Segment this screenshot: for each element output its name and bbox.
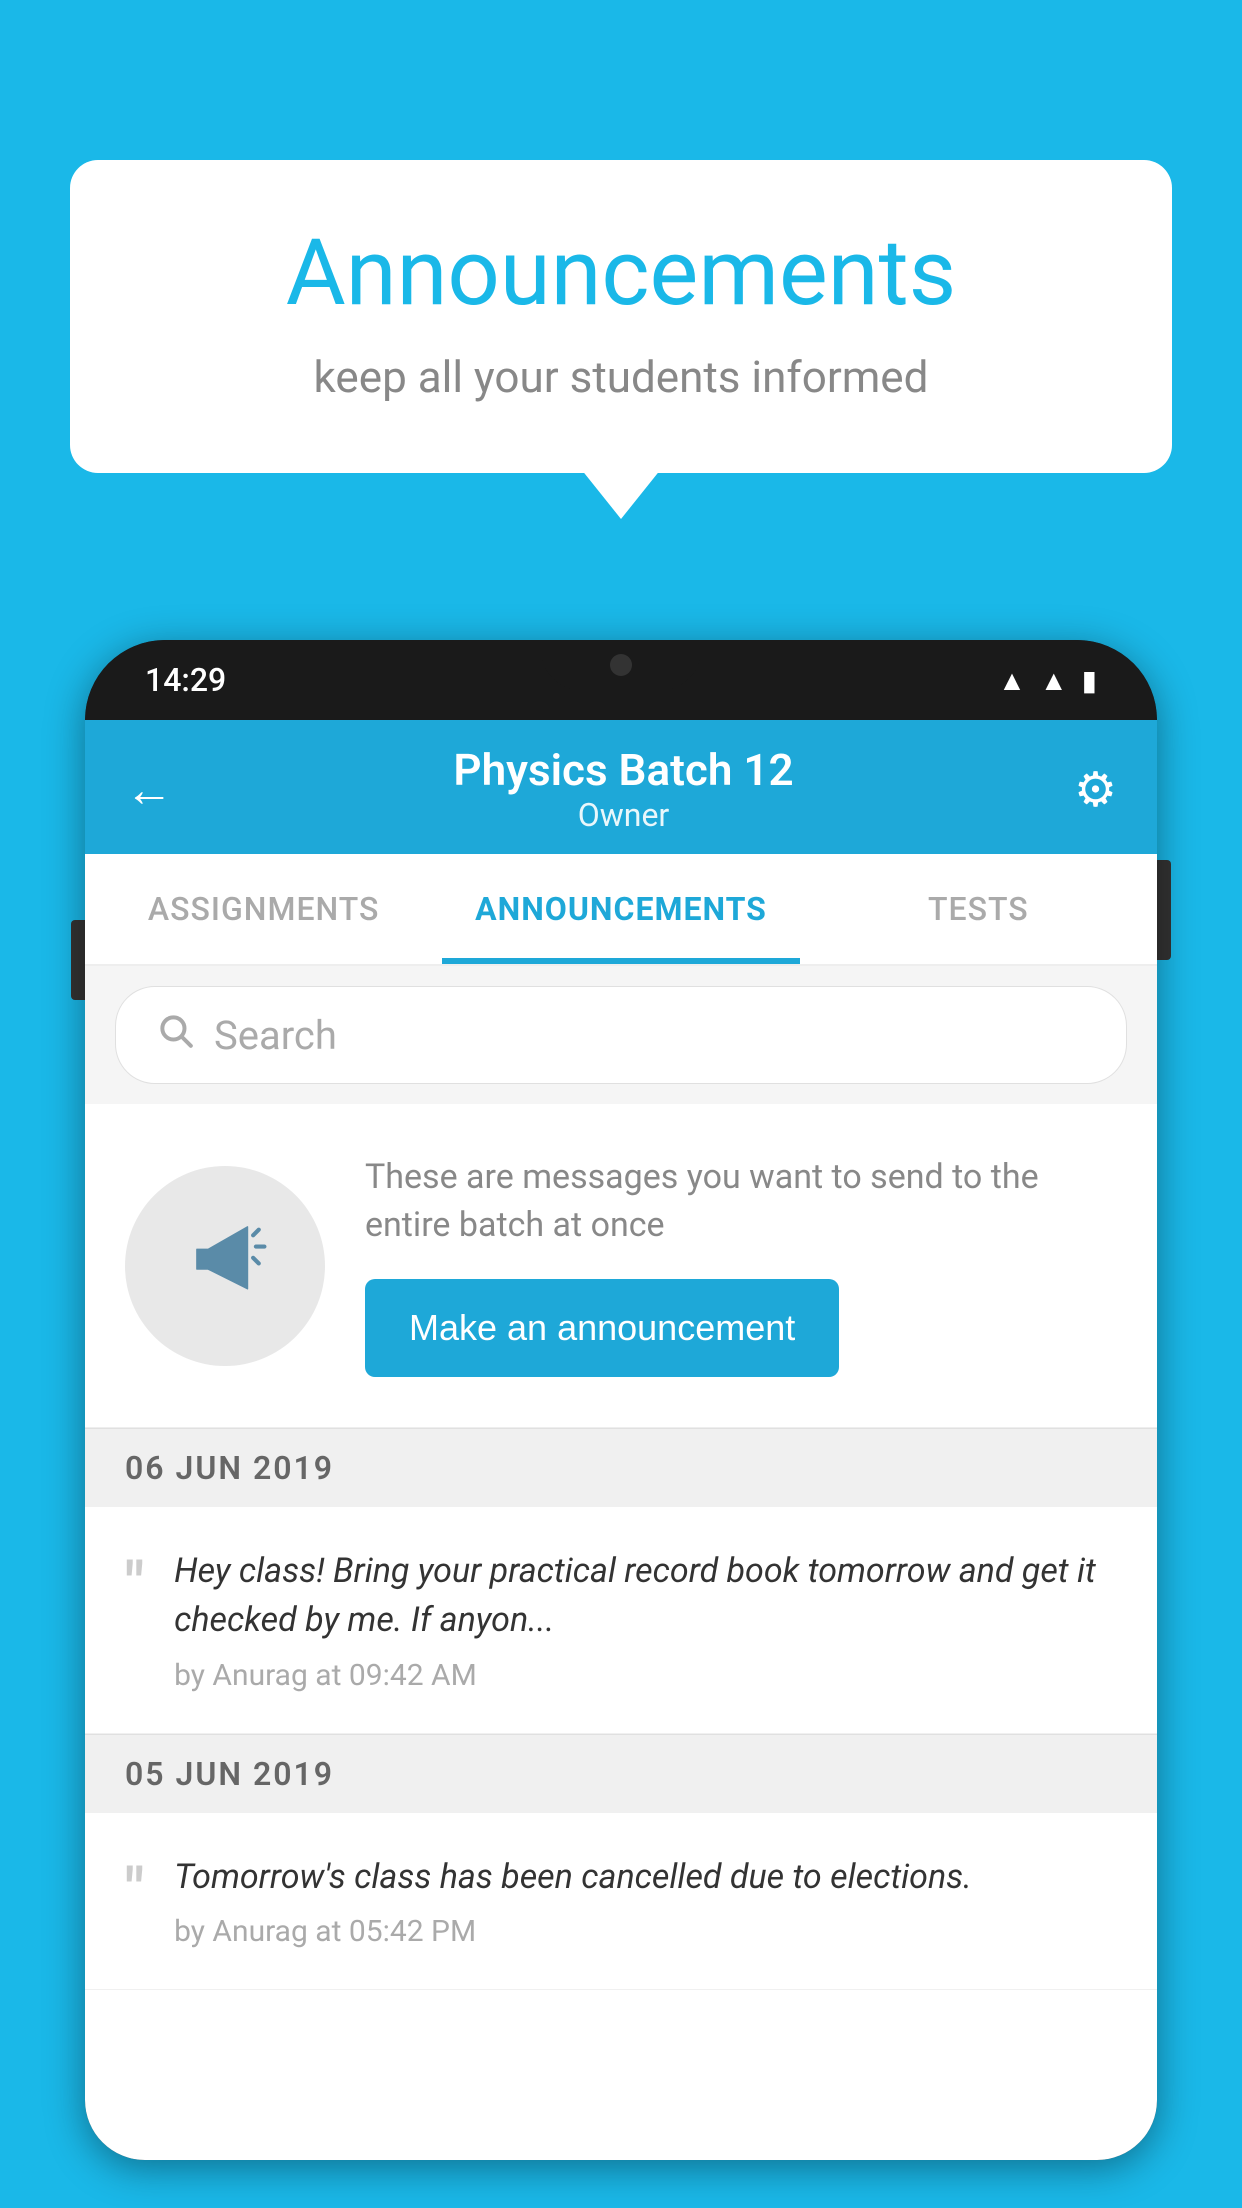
search-bar-wrapper: Search: [85, 966, 1157, 1104]
tab-tests[interactable]: TESTS: [800, 854, 1157, 964]
speech-bubble-container: Announcements keep all your students inf…: [70, 160, 1172, 473]
batch-title: Physics Batch 12: [453, 744, 793, 796]
announcement-prompt: These are messages you want to send to t…: [85, 1104, 1157, 1428]
batch-subtitle: Owner: [453, 796, 793, 834]
search-placeholder: Search: [214, 1012, 337, 1059]
phone-frame: 14:29 ▲ ▲ ▮ ← Physics Batch 12 Owner ⚙ A…: [85, 640, 1157, 2160]
announcement-item-2[interactable]: " Tomorrow's class has been cancelled du…: [85, 1813, 1157, 1990]
header-title-group: Physics Batch 12 Owner: [453, 744, 793, 834]
speech-bubble-subtitle: keep all your students informed: [150, 351, 1092, 403]
quote-icon-2: ": [125, 1861, 144, 1921]
quote-icon-1: ": [125, 1555, 144, 1615]
phone-wrapper: 14:29 ▲ ▲ ▮ ← Physics Batch 12 Owner ⚙ A…: [85, 640, 1157, 2208]
announcement-description: These are messages you want to send to t…: [365, 1154, 1117, 1249]
search-bar[interactable]: Search: [115, 986, 1127, 1084]
speech-bubble-title: Announcements: [150, 220, 1092, 327]
wifi-icon: ▲: [998, 664, 1026, 697]
back-button[interactable]: ←: [125, 761, 173, 818]
speech-bubble: Announcements keep all your students inf…: [70, 160, 1172, 473]
announcement-meta-1: by Anurag at 09:42 AM: [174, 1658, 1117, 1693]
megaphone-icon: [180, 1210, 270, 1322]
status-time: 14:29: [145, 661, 226, 699]
tab-announcements[interactable]: ANNOUNCEMENTS: [442, 854, 799, 964]
phone-volume-button: [71, 920, 85, 1000]
signal-icon: ▲: [1040, 664, 1068, 697]
announcement-content-1: Hey class! Bring your practical record b…: [174, 1547, 1117, 1693]
date-separator-2: 05 JUN 2019: [85, 1734, 1157, 1813]
announcement-text-group: These are messages you want to send to t…: [365, 1154, 1117, 1377]
announcement-text-1: Hey class! Bring your practical record b…: [174, 1547, 1117, 1646]
phone-content: Search These are message: [85, 966, 1157, 2160]
settings-icon[interactable]: ⚙: [1074, 761, 1117, 818]
date-separator-1: 06 JUN 2019: [85, 1428, 1157, 1507]
tabs-bar: ASSIGNMENTS ANNOUNCEMENTS TESTS: [85, 854, 1157, 966]
announcement-content-2: Tomorrow's class has been cancelled due …: [174, 1853, 1117, 1949]
search-icon: [156, 1011, 194, 1059]
phone-power-button: [1157, 860, 1171, 960]
announcement-item-1[interactable]: " Hey class! Bring your practical record…: [85, 1507, 1157, 1734]
announcement-icon-circle: [125, 1166, 325, 1366]
status-bar: 14:29 ▲ ▲ ▮: [85, 640, 1157, 720]
notch: [541, 640, 701, 690]
status-icons: ▲ ▲ ▮: [998, 664, 1097, 697]
battery-icon: ▮: [1082, 664, 1097, 697]
tab-assignments[interactable]: ASSIGNMENTS: [85, 854, 442, 964]
announcement-meta-2: by Anurag at 05:42 PM: [174, 1914, 1117, 1949]
make-announcement-button[interactable]: Make an announcement: [365, 1279, 839, 1377]
camera-dot: [610, 654, 632, 676]
app-header: ← Physics Batch 12 Owner ⚙: [85, 720, 1157, 854]
announcement-text-2: Tomorrow's class has been cancelled due …: [174, 1853, 1117, 1902]
